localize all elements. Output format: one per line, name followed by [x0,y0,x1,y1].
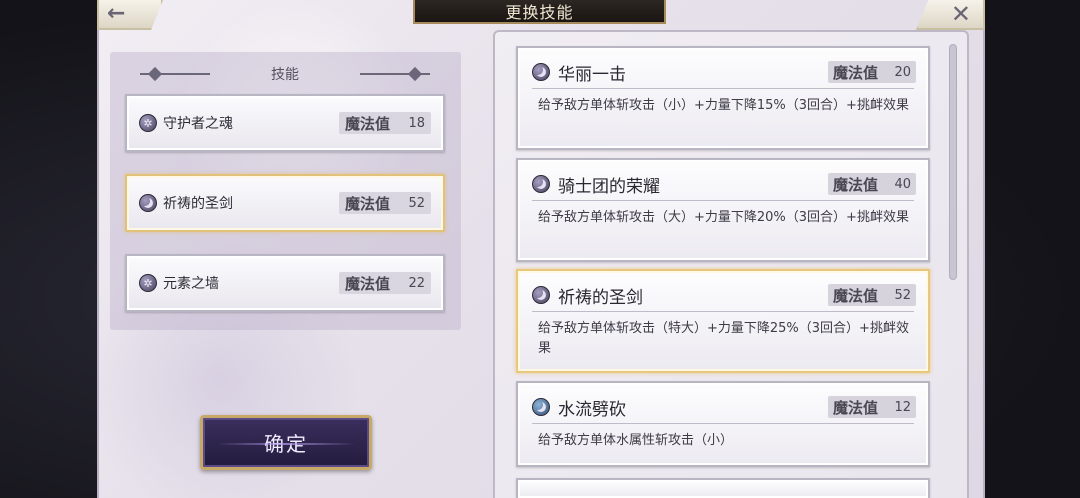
mp-value: 18 [408,115,425,131]
mp-value: 12 [894,399,911,415]
mp-cost: 魔法值 52 [828,284,916,306]
mp-value: 40 [894,176,911,192]
skill-name: 祈祷的圣剑 [163,196,233,212]
moon-icon [139,194,157,212]
water-icon [532,398,550,416]
mp-label: 魔法值 [833,63,879,82]
skill-name: 祈祷的圣剑 [558,287,643,308]
skill-header: 水流劈砍 魔法值 12 [532,395,916,420]
skill-description: 给予敌方单体斩攻击（小）+力量下降15%（3回合）+挑衅效果 [538,98,909,113]
skill-name: 骑士团的荣耀 [558,176,660,197]
skill-list-item-2[interactable]: 骑士团的荣耀 魔法值 40 给予敌方单体斩攻击（大）+力量下降20%（3回合）+… [516,158,930,262]
page-title: 更换技能 [505,3,574,22]
close-icon: ✕ [950,0,971,28]
mp-value: 52 [408,195,425,211]
equipped-skill-slot-2[interactable]: 祈祷的圣剑 魔法值 52 [125,174,445,232]
title-banner: 更换技能 [413,0,666,24]
confirm-glow [217,443,355,445]
divider [532,423,914,424]
moon-icon [532,63,550,81]
mp-value: 22 [408,275,425,291]
moon-icon [532,175,550,193]
skill-header: 华丽一击 魔法值 20 [532,60,916,85]
ornament-left-dot [147,66,163,82]
mp-label: 魔法值 [345,114,391,133]
ornament-right [360,73,430,75]
snowflake-icon: ✲ [139,114,157,132]
mp-value: 52 [894,287,911,303]
mp-label: 魔法值 [345,274,391,293]
skill-header: 祈祷的圣剑 魔法值 52 [532,283,916,308]
equipped-skill-slot-3[interactable]: ✲ 元素之墙 魔法值 22 [125,254,445,312]
mp-cost: 魔法值 12 [828,396,916,418]
skill-description: 给予敌方单体水属性斩攻击（小） [538,433,734,448]
mp-label: 魔法值 [345,194,391,213]
mp-cost: 魔法值 52 [339,192,431,214]
skill-list-scrollbar[interactable] [949,44,957,280]
skill-name: 水流劈砍 [558,399,626,420]
skill-name: 元素之墙 [163,276,219,292]
mp-label: 魔法值 [833,286,879,305]
mp-cost: 魔法值 20 [828,61,916,83]
divider [532,311,914,312]
back-arrow-icon: ← [107,1,126,26]
divider [532,88,914,89]
skill-name: 华丽一击 [558,64,626,85]
skill-list-item-3[interactable]: 祈祷的圣剑 魔法值 52 给予敌方单体斩攻击（特大）+力量下降25%（3回合）+… [516,269,930,373]
equipped-skills-header: 技能 [136,64,434,84]
divider [532,200,914,201]
confirm-button[interactable]: 确定 [200,415,372,470]
skill-list-item-4[interactable]: 水流劈砍 魔法值 12 给予敌方单体水属性斩攻击（小） [516,381,930,467]
mp-cost: 魔法值 22 [339,272,431,294]
skill-header: 骑士团的荣耀 魔法值 40 [532,172,916,197]
equipped-skill-slot-1[interactable]: ✲ 守护者之魂 魔法值 18 [125,94,445,152]
skill-name: 守护者之魂 [163,116,233,132]
mp-cost: 魔法值 18 [339,112,431,134]
skill-list-item-1[interactable]: 华丽一击 魔法值 20 给予敌方单体斩攻击（小）+力量下降15%（3回合）+挑衅… [516,46,930,150]
mp-cost: 魔法值 40 [828,173,916,195]
mp-label: 魔法值 [833,175,879,194]
skill-description: 给予敌方单体斩攻击（特大）+力量下降25%（3回合）+挑衅效果 [538,321,909,356]
equipped-skills-heading: 技能 [271,67,299,83]
skill-list-item-5-partial[interactable] [516,478,930,498]
snowflake-icon: ✲ [139,274,157,292]
moon-icon [532,286,550,304]
mp-label: 魔法值 [833,398,879,417]
skill-description: 给予敌方单体斩攻击（大）+力量下降20%（3回合）+挑衅效果 [538,210,909,225]
mp-value: 20 [894,64,911,80]
